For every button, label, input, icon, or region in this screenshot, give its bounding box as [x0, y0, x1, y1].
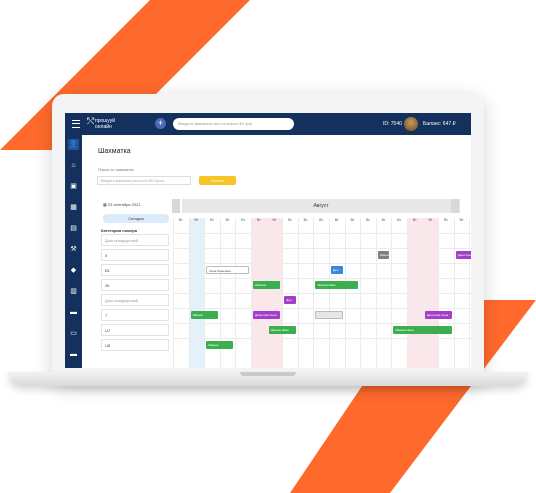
category-row-label[interactable]: Дом стандартный — [101, 234, 169, 246]
row-divider — [173, 233, 471, 234]
booking-bar[interactable]: Ден — [331, 266, 343, 274]
booking-bar[interactable]: Инна Ивановна — [206, 266, 249, 274]
booking-bar[interactable]: Иванов Иван — [393, 326, 452, 334]
row-divider — [173, 263, 471, 264]
chessboard-grid: Вт Вт Вт Вт Вт Вт Вт Вт Вт Вт Вт Вт Вт Вт Вт Вт Вт Вт Вт Вт… — [65, 113, 471, 368]
day-header: Вт — [469, 218, 471, 222]
row-divider — [173, 323, 471, 324]
day-header: Вт — [412, 218, 417, 222]
day-header: Вт — [444, 218, 448, 222]
room-row-label[interactable]: 2К — [101, 279, 169, 291]
booking-bar[interactable]: Иванов Иван — [315, 281, 359, 289]
day-header: Вт — [319, 218, 324, 222]
room-row-label[interactable]: В1 — [101, 264, 169, 276]
booking-bar[interactable] — [315, 311, 343, 319]
day-header: Вт — [334, 218, 339, 222]
room-row-label[interactable]: U7 — [101, 324, 169, 336]
room-row-label[interactable]: 5 — [101, 249, 169, 261]
day-header: Вт — [225, 218, 230, 222]
day-header: Вт — [366, 218, 370, 222]
booking-bar[interactable]: Ден — [284, 296, 296, 304]
row-divider — [173, 338, 471, 339]
day-header: Вт — [241, 218, 246, 222]
booking-bar[interactable]: Иванов — [190, 311, 218, 319]
laptop-notch — [240, 372, 296, 376]
booking-bar[interactable]: Данилова Анна — [424, 311, 452, 319]
booking-bar[interactable]: Иванов — [206, 341, 234, 349]
booking-bar[interactable]: Иванов — [377, 251, 390, 259]
day-header: Вт — [256, 218, 261, 222]
day-header: Вт — [459, 218, 464, 222]
room-row-label[interactable]: 7 — [101, 309, 169, 321]
day-header: Вт — [428, 218, 433, 222]
day-header: Вт — [303, 218, 308, 222]
day-header: Вт — [194, 218, 199, 222]
booking-bar[interactable]: Иванов Иван — [268, 326, 296, 334]
day-header: Вт — [178, 218, 183, 222]
booking-bar[interactable]: Данилова Анна — [253, 311, 281, 319]
app-screen: ⤲ прошууй онлайн + Введите фамилию или т… — [65, 113, 471, 368]
day-header: Вт — [381, 218, 386, 222]
booking-bar[interactable]: Ивашов — [253, 281, 281, 289]
room-row-label[interactable]: U8 — [101, 339, 169, 351]
booking-bar[interactable]: Данилова Анна — [455, 251, 471, 259]
day-header: Вт — [272, 218, 277, 222]
row-divider — [173, 293, 471, 294]
day-header: Вт — [397, 218, 402, 222]
day-header: Вт — [350, 218, 355, 222]
row-divider — [173, 308, 471, 309]
day-header: Вт — [210, 218, 214, 222]
day-header: Вт — [288, 218, 292, 222]
category-row-label[interactable]: Дом стандартный — [101, 294, 169, 306]
row-divider — [173, 278, 471, 279]
row-divider — [173, 248, 471, 249]
